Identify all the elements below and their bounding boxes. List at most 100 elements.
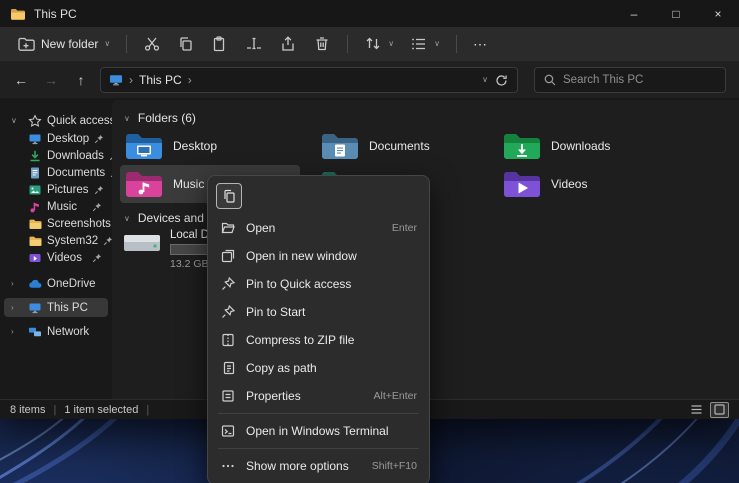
- pin-icon: [220, 276, 236, 292]
- chevron-down-icon: ∨: [434, 40, 440, 48]
- sort-icon: [364, 35, 382, 53]
- chevron-down-icon[interactable]: ∨: [124, 114, 130, 123]
- new-folder-button[interactable]: New folder ∨: [10, 30, 117, 58]
- titlebar: This PC – □ ×: [0, 0, 739, 27]
- menu-item-properties[interactable]: Properties Alt+Enter: [212, 382, 425, 410]
- open-icon: [220, 220, 236, 236]
- menu-item-open-in-new-window[interactable]: Open in new window: [212, 242, 425, 270]
- window-controls: – □ ×: [613, 0, 739, 27]
- pin-icon: [94, 185, 104, 195]
- menu-item-open-in-windows-terminal[interactable]: Open in Windows Terminal: [212, 417, 425, 445]
- sidebar-item-network[interactable]: › Network: [4, 322, 108, 341]
- search-box[interactable]: [534, 67, 726, 93]
- sidebar-item-desktop[interactable]: Desktop: [4, 130, 108, 147]
- monitor-icon: [28, 301, 42, 315]
- up-button[interactable]: ↑: [68, 67, 94, 93]
- folder-tile-documents[interactable]: Documents: [316, 127, 496, 165]
- maximize-button[interactable]: □: [655, 0, 697, 27]
- sidebar-item-screenshots[interactable]: Screenshots: [4, 215, 108, 232]
- command-toolbar: New folder ∨ ∨ ∨ ⋯: [0, 27, 739, 62]
- folder-tile-label: Videos: [551, 177, 587, 191]
- navigation-bar: ← → ↑ › This PC › ∨: [0, 62, 739, 98]
- copy-path-icon: [220, 360, 236, 376]
- pin-icon: [103, 236, 112, 246]
- folder-tile-downloads[interactable]: Downloads: [498, 127, 678, 165]
- video-icon: [28, 251, 42, 265]
- delete-button[interactable]: [306, 30, 338, 58]
- toolbar-separator: [126, 35, 127, 53]
- chevron-down-icon[interactable]: ∨: [11, 116, 17, 125]
- copy-button[interactable]: [170, 30, 202, 58]
- sidebar-item-label: Network: [47, 326, 89, 338]
- explorer-app-icon: [10, 6, 26, 22]
- sidebar-item-label: Music: [47, 201, 77, 213]
- folders-section-label: Folders (6): [138, 111, 196, 125]
- large-icons-view-icon[interactable]: [710, 402, 729, 418]
- chevron-right-icon[interactable]: ›: [11, 327, 14, 336]
- sidebar-item-this-pc[interactable]: › This PC: [4, 298, 108, 317]
- clipboard-icon: [221, 188, 237, 204]
- breadcrumb-this-pc[interactable]: This PC: [139, 73, 182, 87]
- music-folder-icon: [124, 168, 164, 200]
- sidebar-item-music[interactable]: Music: [4, 198, 108, 215]
- cut-button[interactable]: [136, 30, 168, 58]
- star-icon: [28, 114, 42, 128]
- menu-item-show-more-options[interactable]: Show more options Shift+F10: [212, 452, 425, 480]
- folders-section-header[interactable]: ∨ Folders (6): [124, 111, 196, 125]
- context-menu: Open Enter Open in new window Pin to Qui…: [207, 175, 430, 483]
- sidebar-section-quick-access[interactable]: ∨ Quick access: [4, 111, 108, 130]
- refresh-button[interactable]: [494, 73, 509, 88]
- share-button[interactable]: [272, 30, 304, 58]
- see-more-button[interactable]: ⋯: [466, 30, 495, 58]
- hard-drive-icon: [122, 228, 162, 258]
- sidebar-item-pictures[interactable]: Pictures: [4, 181, 108, 198]
- new-folder-label: New folder: [41, 37, 98, 51]
- details-view-icon[interactable]: [687, 402, 706, 418]
- music-note-icon: [28, 200, 42, 214]
- menu-item-open[interactable]: Open Enter: [212, 214, 425, 242]
- folder-tile-videos[interactable]: Videos: [498, 165, 678, 203]
- close-button[interactable]: ×: [697, 0, 739, 27]
- chevron-right-icon[interactable]: ›: [11, 303, 14, 312]
- menu-item-pin-to-quick-access[interactable]: Pin to Quick access: [212, 270, 425, 298]
- sidebar-item-onedrive[interactable]: › OneDrive: [4, 274, 108, 293]
- toolbar-separator: [347, 35, 348, 53]
- sidebar-item-downloads[interactable]: Downloads: [4, 147, 108, 164]
- sidebar-item-label: Pictures: [47, 184, 89, 196]
- paste-button[interactable]: [204, 30, 236, 58]
- folder-tile-label: Music: [173, 177, 204, 191]
- sidebar-item-documents[interactable]: Documents: [4, 164, 108, 181]
- view-button[interactable]: ∨: [403, 30, 447, 58]
- sidebar-item-label: This PC: [47, 302, 88, 314]
- sidebar-item-label: OneDrive: [47, 278, 96, 290]
- menu-item-pin-to-start[interactable]: Pin to Start: [212, 298, 425, 326]
- chevron-right-icon[interactable]: ›: [11, 279, 14, 288]
- sidebar-item-videos[interactable]: Videos: [4, 249, 108, 266]
- downloads-folder-icon: [502, 130, 542, 162]
- folder-tile-desktop[interactable]: Desktop: [120, 127, 300, 165]
- address-bar[interactable]: › This PC › ∨: [100, 67, 518, 93]
- folder-tile-label: Desktop: [173, 139, 217, 153]
- monitor-icon: [28, 132, 42, 146]
- address-dropdown-icon[interactable]: ∨: [482, 76, 488, 84]
- menu-item-label: Pin to Quick access: [246, 277, 351, 291]
- forward-button[interactable]: →: [38, 67, 64, 93]
- window-title: This PC: [34, 7, 77, 21]
- rename-button[interactable]: [238, 30, 270, 58]
- selection-count: 1 item selected: [64, 404, 138, 416]
- back-button[interactable]: ←: [8, 67, 34, 93]
- search-icon: [543, 73, 557, 87]
- videos-folder-icon: [502, 168, 542, 200]
- this-pc-icon: [109, 73, 123, 87]
- menu-item-copy-as-path[interactable]: Copy as path: [212, 354, 425, 382]
- share-icon: [279, 35, 297, 53]
- search-input[interactable]: [563, 74, 717, 86]
- view-toggles: [687, 402, 729, 418]
- sidebar-item-system32[interactable]: System32: [4, 232, 108, 249]
- more-options-icon: [220, 458, 236, 474]
- sort-button[interactable]: ∨: [357, 30, 401, 58]
- menu-item-compress-to-zip[interactable]: Compress to ZIP file: [212, 326, 425, 354]
- copy-quick-action-button[interactable]: [216, 183, 242, 209]
- chevron-down-icon[interactable]: ∨: [124, 214, 130, 223]
- minimize-button[interactable]: –: [613, 0, 655, 27]
